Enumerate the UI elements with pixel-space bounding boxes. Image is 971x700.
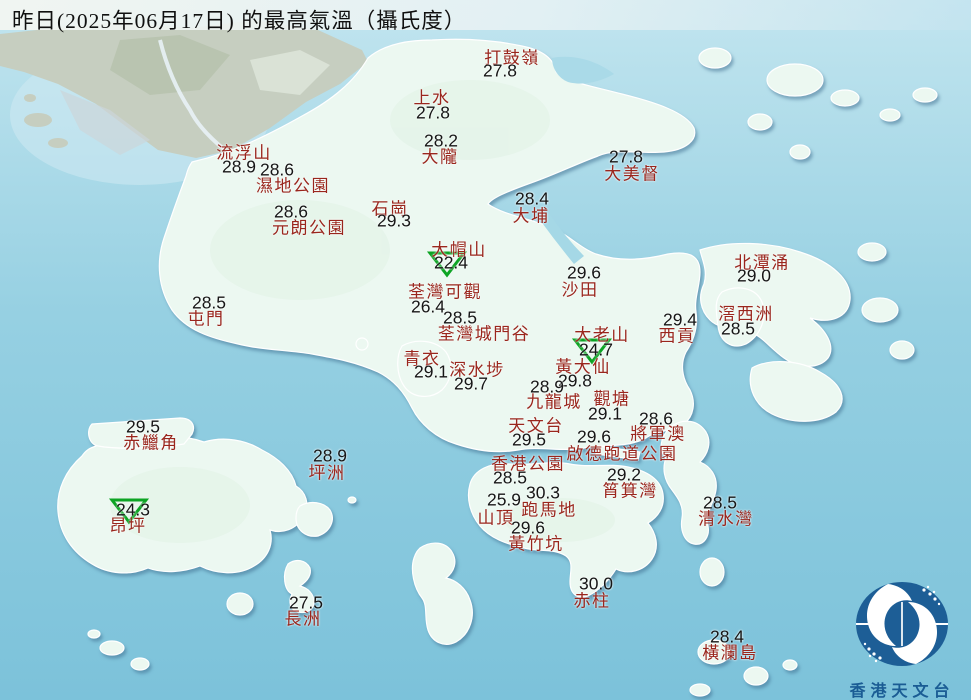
station-max-temperature-value: 28.5	[442, 307, 478, 328]
station-max-temperature-value: 29.7	[453, 373, 489, 394]
station-max-temperature-value: 29.6	[566, 262, 602, 283]
station-max-temperature-value: 28.5	[720, 318, 756, 339]
station-max-temperature-value: 29.3	[376, 210, 412, 231]
station-max-temperature-value: 28.4	[514, 188, 550, 209]
station-max-temperature-value: 29.1	[413, 361, 449, 382]
station-max-temperature-value: 29.2	[606, 464, 642, 485]
hko-logo-icon	[856, 582, 948, 666]
station-max-temperature-value: 28.6	[259, 159, 295, 180]
station-max-temperature-value: 28.5	[191, 292, 227, 313]
station-max-temperature-value: 28.9	[221, 156, 257, 177]
station-max-temperature-value: 28.6	[273, 201, 309, 222]
station-max-temperature-value: 24.3	[115, 499, 151, 520]
station-labels-layer: 打鼓嶺 27.8 上水 27.8 大隴 28.2 大美督 27.8 流浮山 28.9 濕地公園 28.…	[0, 0, 971, 700]
hko-logo: 香港天文台 HONG KONG OBSERVATORY	[836, 578, 968, 700]
station-max-temperature-value: 28.6	[638, 408, 674, 429]
station-max-temperature-value: 28.9	[529, 376, 565, 397]
station-max-temperature-value: 28.9	[312, 445, 348, 466]
station-max-temperature-value: 29.4	[662, 309, 698, 330]
station-max-temperature-value: 29.6	[576, 426, 612, 447]
station-max-temperature-value: 29.5	[511, 429, 547, 450]
map-title: 昨日(2025年06月17日) 的最高氣溫（攝氏度）	[12, 9, 467, 33]
station-max-temperature-value: 25.9	[486, 489, 522, 510]
station-max-temperature-value: 29.5	[125, 416, 161, 437]
station-max-temperature-value: 30.3	[525, 482, 561, 503]
station-max-temperature-value: 27.8	[482, 60, 518, 81]
station-max-temperature-value: 30.0	[578, 573, 614, 594]
station-max-temperature-value: 29.6	[510, 517, 546, 538]
station-max-temperature-value: 28.5	[492, 467, 528, 488]
station-max-temperature-value: 22.4	[433, 252, 469, 273]
station-max-temperature-value: 27.8	[608, 146, 644, 167]
map-canvas: 打鼓嶺 27.8 上水 27.8 大隴 28.2 大美督 27.8 流浮山 28.9 濕地公園 28.…	[0, 0, 971, 700]
station-max-temperature-value: 29.0	[736, 265, 772, 286]
station-max-temperature-value: 29.1	[587, 403, 623, 424]
station-max-temperature-value: 28.2	[423, 130, 459, 151]
station-max-temperature-value: 27.8	[415, 102, 451, 123]
station-max-temperature-value: 28.4	[709, 626, 745, 647]
station-max-temperature-value: 27.5	[288, 592, 324, 613]
station-max-temperature-value: 26.4	[410, 296, 446, 317]
station-max-temperature-value: 28.5	[702, 492, 738, 513]
hko-logo-name-zh: 香港天文台	[849, 683, 955, 700]
